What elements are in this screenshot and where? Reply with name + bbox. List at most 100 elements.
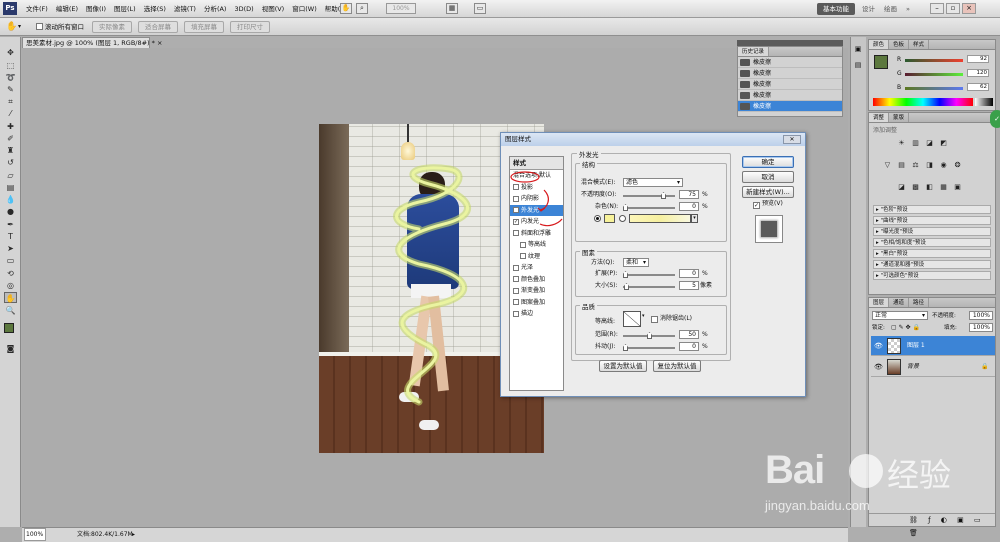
fit-screen-button[interactable]: 适合屏幕 xyxy=(138,21,178,33)
visibility-eye-icon[interactable]: 👁 xyxy=(874,336,883,356)
green-badge-icon[interactable]: ✓ xyxy=(990,110,1000,128)
menu-item-3[interactable]: 图层(L) xyxy=(110,0,140,18)
blue-slider[interactable] xyxy=(905,87,963,90)
menu-item-6[interactable]: 分析(A) xyxy=(200,0,231,18)
pen-tool-icon[interactable]: ✒ xyxy=(4,219,17,230)
foreground-color-swatch[interactable] xyxy=(4,323,14,333)
spread-input[interactable]: 0 xyxy=(679,269,699,278)
vibrance-icon[interactable]: ▽ xyxy=(883,161,892,170)
color-panel-tab-1[interactable]: 色板 xyxy=(889,40,910,49)
color-panel-tab-2[interactable]: 样式 xyxy=(909,40,930,49)
marquee-tool-icon[interactable]: ⬚ xyxy=(4,60,17,71)
style-checkbox[interactable] xyxy=(513,299,519,306)
hand-tool-icon[interactable]: ✋ xyxy=(340,3,352,14)
range-slider[interactable] xyxy=(623,332,675,339)
layer-opacity-input[interactable]: 100% xyxy=(969,311,993,320)
posterize-icon[interactable]: ▩ xyxy=(911,183,920,192)
glow-color-swatch[interactable] xyxy=(604,214,615,223)
solid-color-radio[interactable] xyxy=(594,215,601,222)
history-item[interactable]: 橡皮擦 xyxy=(738,57,842,68)
history-item[interactable]: 橡皮擦 xyxy=(738,90,842,101)
hand-tool-selected-icon[interactable]: ✋ xyxy=(4,292,17,303)
gradient-map-icon[interactable]: ▦ xyxy=(939,183,948,192)
layer-row-background[interactable]: 👁 背景 🔒 xyxy=(871,357,995,377)
grayscale-ramp[interactable] xyxy=(975,98,993,106)
layers-panel-tab-0[interactable]: 图层 xyxy=(869,298,890,307)
document-tab-close-icon[interactable]: × xyxy=(157,39,162,47)
tool-preset-picker-icon[interactable]: ▾ xyxy=(18,21,21,33)
levels-icon[interactable]: ▥ xyxy=(911,139,920,148)
black-white-icon[interactable]: ◨ xyxy=(925,161,934,170)
scroll-all-windows-checkbox[interactable] xyxy=(36,23,43,30)
more-workspaces-button[interactable]: » xyxy=(906,3,910,15)
fill-input[interactable]: 100% xyxy=(969,323,993,332)
gradient-dropdown-icon[interactable]: ▾ xyxy=(691,214,698,223)
style-list-item[interactable]: 描边 xyxy=(510,308,563,320)
red-slider[interactable] xyxy=(905,59,963,62)
style-list-item[interactable]: 纹理 xyxy=(510,251,563,263)
menu-item-5[interactable]: 滤镜(T) xyxy=(170,0,200,18)
actual-pixels-button[interactable]: 实际像素 xyxy=(92,21,132,33)
workspace-design-link[interactable]: 设计 xyxy=(862,3,875,15)
preview-checkbox[interactable]: ✓ xyxy=(753,202,760,209)
close-window-button[interactable]: × xyxy=(962,3,976,14)
green-value[interactable]: 120 xyxy=(967,69,989,77)
brush-tool-icon[interactable]: ✐ xyxy=(4,133,17,144)
dodge-tool-icon[interactable]: ● xyxy=(4,206,17,217)
contour-dropdown-icon[interactable]: ▾ xyxy=(642,313,645,319)
status-zoom[interactable]: 100% xyxy=(24,528,46,541)
opacity-slider[interactable] xyxy=(623,192,675,199)
menu-item-9[interactable]: 窗口(W) xyxy=(288,0,321,18)
anti-alias-checkbox[interactable] xyxy=(651,316,658,323)
style-checkbox[interactable] xyxy=(513,310,519,317)
adjustment-preset-item[interactable]: ▸ "可选颜色"预设 xyxy=(873,271,991,280)
clone-stamp-tool-icon[interactable]: ♜ xyxy=(4,145,17,156)
color-balance-icon[interactable]: ⚖ xyxy=(911,161,920,170)
channel-mixer-icon[interactable]: ❂ xyxy=(953,161,962,170)
workspace-essentials-button[interactable]: 基本功能 xyxy=(817,3,855,15)
crop-tool-icon[interactable]: ⌗ xyxy=(4,96,17,107)
color-foreground-swatch[interactable] xyxy=(874,55,888,69)
blue-value[interactable]: 62 xyxy=(967,83,989,91)
move-tool-icon[interactable]: ✥ xyxy=(4,47,17,58)
history-brush-tool-icon[interactable]: ↺ xyxy=(4,157,17,168)
type-tool-icon[interactable]: T xyxy=(4,231,17,242)
lasso-tool-icon[interactable]: ➰ xyxy=(4,72,17,83)
style-checkbox[interactable] xyxy=(513,287,519,294)
blur-tool-icon[interactable]: 💧 xyxy=(4,194,17,205)
adjustment-preset-item[interactable]: ▸ "曲线"预设 xyxy=(873,216,991,225)
layers-panel-tab-2[interactable]: 路径 xyxy=(909,298,930,307)
menu-item-4[interactable]: 选择(S) xyxy=(140,0,170,18)
style-list-item[interactable]: 光泽 xyxy=(510,262,563,274)
menu-item-2[interactable]: 图像(I) xyxy=(82,0,110,18)
size-slider[interactable] xyxy=(623,283,675,290)
adjustment-preset-item[interactable]: ▸ "色相/饱和度"预设 xyxy=(873,238,991,247)
hue-saturation-icon[interactable]: ▤ xyxy=(897,161,906,170)
invert-icon[interactable]: ◪ xyxy=(897,183,906,192)
document-tab[interactable]: 思美素材.jpg @ 100% (图层 1, RGB/8#) * × xyxy=(22,37,162,48)
3d-orbit-tool-icon[interactable]: ◎ xyxy=(4,280,17,291)
history-tab[interactable]: 历史记录 xyxy=(738,47,770,56)
adjustment-preset-item[interactable]: ▸ "通道混和器"预设 xyxy=(873,260,991,269)
quick-mask-icon[interactable]: ◙ xyxy=(4,343,17,354)
technique-select[interactable]: 柔和 xyxy=(623,258,649,267)
adjust-panel-tab-0[interactable]: 调整 xyxy=(869,113,890,122)
glow-gradient-picker[interactable] xyxy=(629,214,691,223)
menu-item-8[interactable]: 视图(V) xyxy=(258,0,289,18)
style-checkbox[interactable] xyxy=(520,253,526,260)
cancel-button[interactable]: 取消 xyxy=(742,171,794,183)
eraser-tool-icon[interactable]: ▱ xyxy=(4,170,17,181)
reset-default-button[interactable]: 复位为默认值 xyxy=(653,360,701,372)
minimize-button[interactable]: – xyxy=(930,3,944,14)
history-item[interactable]: 橡皮擦 xyxy=(738,79,842,90)
size-input[interactable]: 5 xyxy=(679,281,699,290)
print-size-button[interactable]: 打印尺寸 xyxy=(230,21,270,33)
screen-mode-icon[interactable]: ▭ xyxy=(474,3,486,14)
style-list-item[interactable]: 颜色叠加 xyxy=(510,274,563,286)
make-default-button[interactable]: 设置为默认值 xyxy=(599,360,647,372)
contour-picker[interactable] xyxy=(623,311,641,327)
jitter-slider[interactable] xyxy=(623,344,675,351)
adjustment-preset-item[interactable]: ▸ "曝光度"预设 xyxy=(873,227,991,236)
ok-button[interactable]: 确定 xyxy=(742,156,794,168)
menu-item-7[interactable]: 3D(D) xyxy=(230,0,257,18)
